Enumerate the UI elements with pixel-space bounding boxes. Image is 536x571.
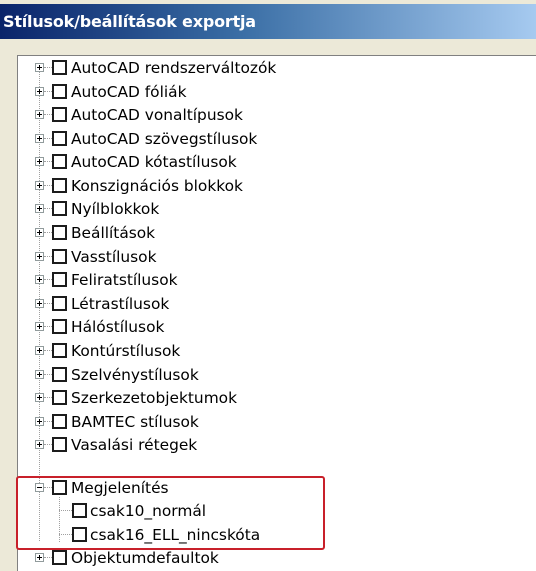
tree-connector: [44, 256, 52, 257]
item-checkbox[interactable]: [52, 367, 67, 382]
item-checkbox[interactable]: [52, 249, 67, 264]
item-checkbox[interactable]: [52, 131, 67, 146]
tree-item-label: Szelvénystílusok: [71, 366, 199, 384]
tree-connector: [44, 91, 52, 92]
tree-connector: [44, 208, 52, 209]
expand-plus-icon[interactable]: [35, 299, 44, 308]
tree-item-label: AutoCAD vonaltípusok: [71, 106, 243, 124]
item-checkbox[interactable]: [52, 154, 67, 169]
tree-item-autocad-layers[interactable]: AutoCAD fóliák: [18, 80, 536, 104]
tree-item-label: Konszignációs blokkok: [71, 177, 243, 195]
tree-item-rebar-styles[interactable]: Vasstílusok: [18, 245, 536, 269]
tree-item-label: Beállítások: [71, 224, 156, 242]
tree-item-label: Szerkezetobjektumok: [71, 389, 238, 407]
item-checkbox[interactable]: [52, 272, 67, 287]
tree-item-ladder-styles[interactable]: Létrastílusok: [18, 292, 536, 316]
tree-item-schedule-blocks[interactable]: Konszignációs blokkok: [18, 174, 536, 198]
tree-connector: [44, 185, 52, 186]
expand-plus-icon[interactable]: [35, 181, 44, 190]
expand-plus-icon[interactable]: [35, 393, 44, 402]
tree-item-label: Létrastílusok: [71, 295, 170, 313]
tree-connector: [44, 67, 52, 68]
tree-item-autocad-dim-styles[interactable]: AutoCAD kótastílusok: [18, 150, 536, 174]
item-checkbox[interactable]: [52, 343, 67, 358]
tree-item-autocad-text-styles[interactable]: AutoCAD szövegstílusok: [18, 127, 536, 151]
item-checkbox[interactable]: [52, 225, 67, 240]
item-checkbox[interactable]: [52, 201, 67, 216]
item-checkbox[interactable]: [52, 107, 67, 122]
tree-item-label: Feliratstílusok: [71, 271, 178, 289]
tree-connector: [44, 444, 52, 445]
tree-connector: [44, 161, 52, 162]
expand-plus-icon[interactable]: [35, 87, 44, 96]
tree-item-arrow-blocks[interactable]: Nyílblokkok: [18, 197, 536, 221]
tree-item-label-styles[interactable]: Feliratstílusok: [18, 268, 536, 292]
tree-item-mesh-styles[interactable]: Hálóstílusok: [18, 315, 536, 339]
item-checkbox[interactable]: [52, 319, 67, 334]
window-title-bar: Stílusok/beállítások exportja: [0, 4, 536, 39]
tree-item-label: Hálóstílusok: [71, 318, 165, 336]
expand-plus-icon[interactable]: [35, 252, 44, 261]
tree-connector: [44, 303, 52, 304]
tree-item-label: AutoCAD szövegstílusok: [71, 130, 258, 148]
item-checkbox[interactable]: [52, 84, 67, 99]
item-checkbox[interactable]: [52, 390, 67, 405]
tree-item-label: Vasstílusok: [71, 248, 157, 266]
tree-item-label: AutoCAD kótastílusok: [71, 153, 237, 171]
tree-item-bamtec-styles[interactable]: BAMTEC stílusok: [18, 410, 536, 434]
tree-connector: [44, 557, 52, 558]
expand-plus-icon[interactable]: [35, 63, 44, 72]
item-checkbox[interactable]: [52, 550, 67, 565]
expand-plus-icon[interactable]: [35, 110, 44, 119]
expand-plus-icon[interactable]: [35, 370, 44, 379]
expand-plus-icon[interactable]: [35, 157, 44, 166]
tree-item-label: Nyílblokkok: [71, 200, 160, 218]
expand-plus-icon[interactable]: [35, 346, 44, 355]
tree-item-label: BAMTEC stílusok: [71, 413, 199, 431]
expand-plus-icon[interactable]: [35, 134, 44, 143]
expand-plus-icon[interactable]: [35, 322, 44, 331]
tree-connector: [44, 232, 52, 233]
tree-connector: [44, 114, 52, 115]
expand-plus-icon[interactable]: [35, 553, 44, 562]
item-checkbox[interactable]: [52, 60, 67, 75]
tree-item-label: AutoCAD rendszerváltozók: [71, 59, 277, 77]
tree-item-structure-objects[interactable]: Szerkezetobjektumok: [18, 386, 536, 410]
tree-connector: [44, 397, 52, 398]
item-checkbox[interactable]: [52, 178, 67, 193]
expand-plus-icon[interactable]: [35, 417, 44, 426]
tree-item-reinforcement-layers[interactable]: Vasalási rétegek: [18, 433, 536, 457]
tree-item-label: Kontúrstílusok: [71, 342, 181, 360]
expand-plus-icon[interactable]: [35, 440, 44, 449]
highlight-annotation-box: [16, 476, 325, 550]
tree-item-autocad-linetypes[interactable]: AutoCAD vonaltípusok: [18, 103, 536, 127]
item-checkbox[interactable]: [52, 414, 67, 429]
tree-connector: [44, 421, 52, 422]
tree-connector: [44, 138, 52, 139]
tree-item-settings[interactable]: Beállítások: [18, 221, 536, 245]
tree-item-label: Vasalási rétegek: [71, 436, 198, 454]
tree-connector: [44, 374, 52, 375]
expand-plus-icon[interactable]: [35, 228, 44, 237]
tree-item-contour-styles[interactable]: Kontúrstílusok: [18, 339, 536, 363]
item-checkbox[interactable]: [52, 296, 67, 311]
expand-plus-icon[interactable]: [35, 275, 44, 284]
tree-connector: [44, 279, 52, 280]
tree-connector: [44, 326, 52, 327]
expand-plus-icon[interactable]: [35, 204, 44, 213]
tree-connector: [44, 350, 52, 351]
tree-item-section-styles[interactable]: Szelvénystílusok: [18, 363, 536, 387]
tree-item-autocad-system-variables[interactable]: AutoCAD rendszerváltozók: [18, 56, 536, 80]
tree-item-label: AutoCAD fóliák: [71, 83, 187, 101]
window-title: Stílusok/beállítások exportja: [3, 12, 256, 31]
item-checkbox[interactable]: [52, 437, 67, 452]
